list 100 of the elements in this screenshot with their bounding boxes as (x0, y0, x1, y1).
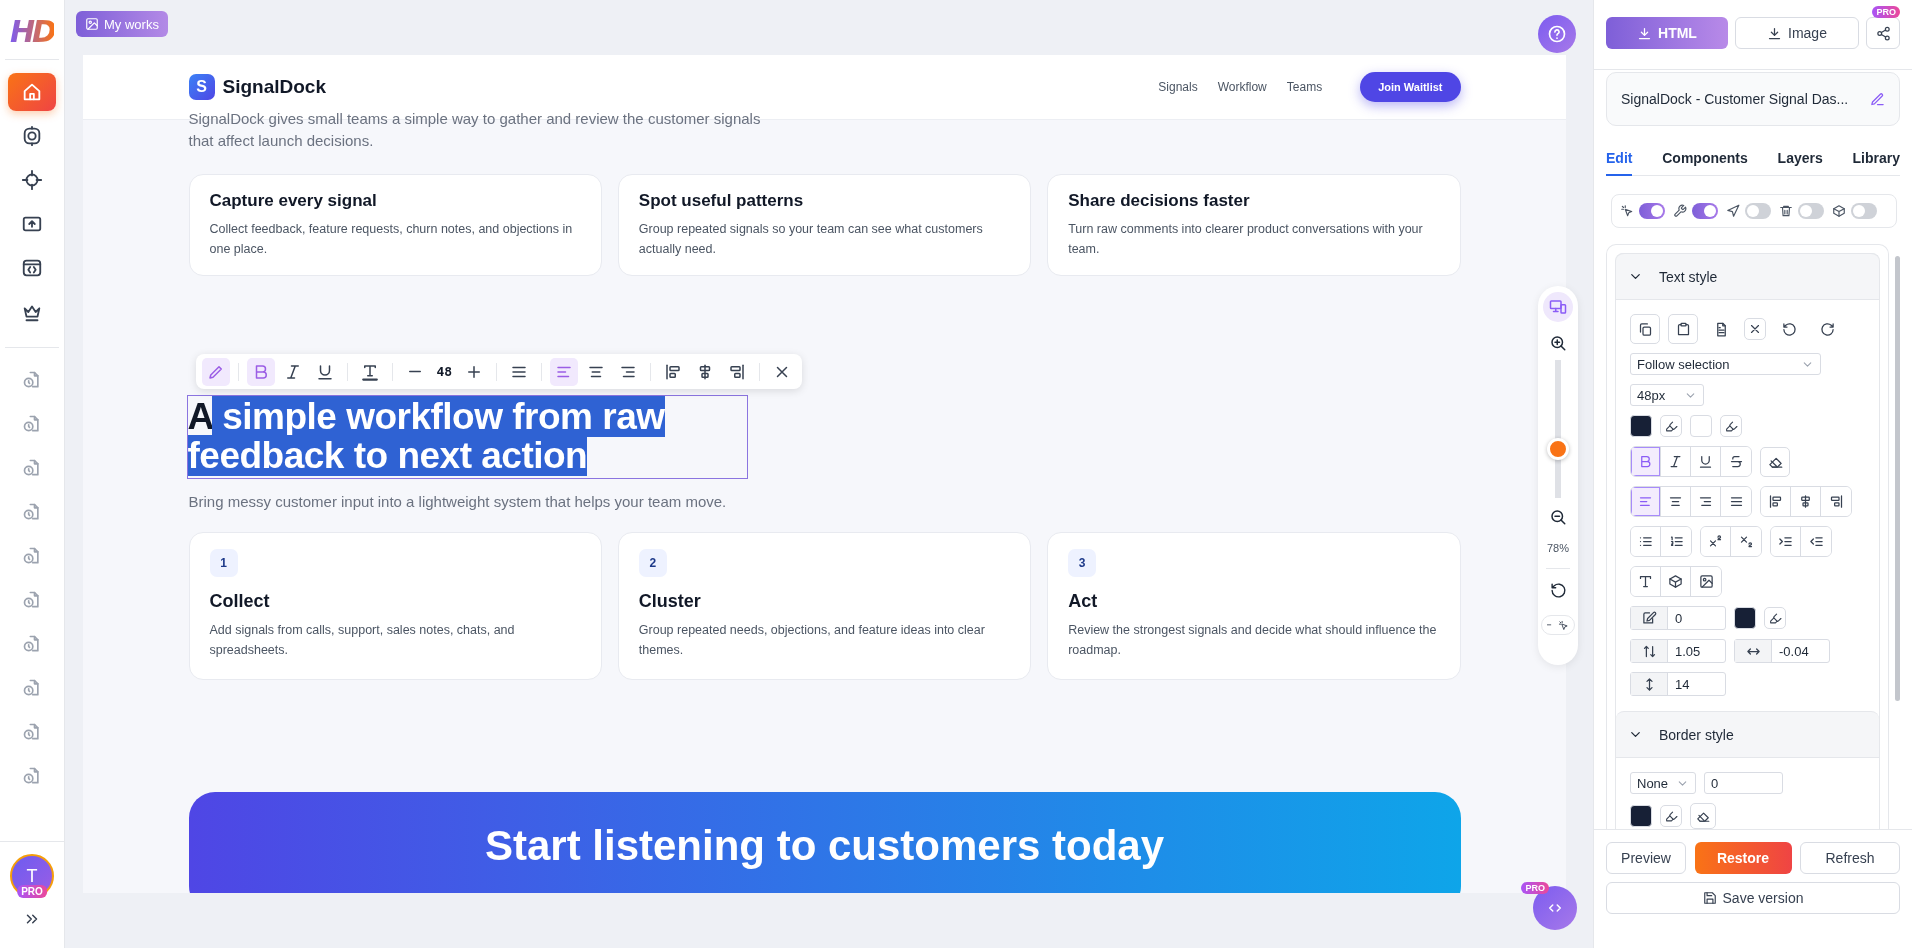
align-left-button[interactable] (550, 357, 579, 386)
section-header[interactable]: Text style (1616, 253, 1879, 300)
footer-button[interactable]: Preview (1606, 842, 1686, 874)
border-color-button[interactable] (1660, 805, 1682, 827)
text-color-icon (360, 362, 379, 381)
nav-link[interactable]: Teams (1286, 80, 1323, 94)
toggle-switch[interactable] (1851, 203, 1877, 219)
file-clock-icon (22, 502, 42, 522)
project-title: SignalDock - Customer Signal Das... (1621, 91, 1850, 107)
spacing-field[interactable]: 14 (1630, 672, 1726, 696)
intro-text: SignalDock gives small teams a simple way to gather and review the customer signals that affect launch decisions. (188, 109, 762, 151)
pen-button[interactable] (201, 357, 230, 386)
underline-icon (1698, 454, 1713, 469)
border-width-field[interactable]: 0 (1704, 772, 1783, 794)
slider-thumb[interactable] (1547, 437, 1569, 460)
card-text: Review the strongest signals and decide what should influence the roadmap. (1068, 621, 1438, 659)
bold-icon (1638, 454, 1653, 469)
block-left-button[interactable] (1761, 487, 1791, 516)
toggle-switch[interactable] (1798, 203, 1824, 219)
user-avatar[interactable]: T PRO (10, 854, 54, 898)
section-header[interactable]: Border style (1616, 711, 1879, 758)
vertical-spacing-icon (1631, 673, 1668, 695)
toggle-switch[interactable] (1745, 203, 1771, 219)
block-align-right-icon (1828, 494, 1844, 509)
select-mode-toggle[interactable] (1541, 615, 1575, 635)
home-icon (21, 81, 43, 103)
type-button[interactable] (1631, 567, 1661, 596)
pro-badge: PRO (17, 885, 47, 898)
letter-spacing-field[interactable]: -0.04 (1734, 639, 1830, 663)
clear-format-button[interactable] (1760, 446, 1790, 477)
pro-badge: PRO (1521, 882, 1549, 894)
file-clock-icon (22, 678, 42, 698)
paste-icon (1675, 321, 1691, 337)
help-button[interactable] (1538, 15, 1576, 53)
font-size-value[interactable]: 48 (432, 364, 457, 379)
block-align-center-icon (1798, 494, 1813, 509)
toggle-switch[interactable] (1639, 203, 1665, 219)
panel-tab[interactable]: Library (1852, 150, 1900, 176)
clear-border-button[interactable] (1690, 803, 1716, 829)
text-color-button[interactable] (1660, 415, 1682, 437)
brand-logo[interactable]: S (188, 74, 215, 100)
panel-tab[interactable]: Edit (1606, 150, 1633, 176)
color-swatch[interactable] (1630, 415, 1652, 437)
stroke-color-button[interactable] (1764, 607, 1786, 629)
join-waitlist-button[interactable]: Join Waitlist (1360, 72, 1461, 102)
help-icon (1547, 24, 1567, 44)
my-works-button[interactable]: My works (76, 11, 168, 37)
color-swatch[interactable] (1690, 415, 1712, 437)
save-version-button[interactable]: Save version (1606, 882, 1900, 914)
download-icon (1767, 25, 1783, 41)
rename-button[interactable] (1870, 91, 1885, 107)
italic-icon (1668, 454, 1683, 469)
bold-button[interactable] (246, 357, 275, 386)
device-preview-button[interactable] (1543, 292, 1573, 322)
stroke-width-field[interactable]: 0 (1630, 606, 1726, 630)
image-icon (1698, 574, 1714, 589)
banner-title: Start listening to customers today (484, 821, 1165, 871)
minus-icon (408, 370, 421, 373)
list-button[interactable] (1631, 527, 1661, 556)
brush-icon (1664, 419, 1678, 433)
line-height-field[interactable]: 1.05 (1630, 639, 1726, 663)
color-swatch[interactable] (1734, 607, 1756, 629)
share-button[interactable] (1866, 17, 1900, 49)
export-button[interactable]: Image (1735, 17, 1859, 49)
background-color-button[interactable] (1720, 415, 1742, 437)
cube-icon (1832, 204, 1846, 218)
section-title: Text style (1659, 268, 1718, 285)
footer-button[interactable]: Refresh (1800, 842, 1900, 874)
block-align-left-icon (664, 362, 683, 381)
send-icon (1726, 204, 1740, 218)
toggle-switch[interactable] (1692, 203, 1718, 219)
undo-icon (1781, 321, 1797, 337)
file-clock-icon (22, 766, 42, 786)
panel-tab[interactable]: Components (1662, 150, 1748, 176)
zoom-out-icon (1549, 508, 1567, 526)
target-dropdown[interactable]: Follow selection (1630, 353, 1821, 375)
section-subtitle: Bring messy customer input into a lightweight system that helps your team move. (188, 492, 728, 510)
font-size-dropdown[interactable]: 48px (1630, 384, 1704, 406)
bold-button[interactable] (1631, 447, 1661, 476)
nav-link[interactable]: Signals (1158, 80, 1198, 94)
cube-icon (1668, 574, 1683, 589)
color-swatch[interactable] (1630, 805, 1652, 827)
sup-button[interactable] (1701, 527, 1731, 556)
border-type-dropdown[interactable]: None (1630, 772, 1696, 794)
letter-spacing-icon (1735, 640, 1772, 662)
clear-button[interactable] (1744, 318, 1766, 340)
file-clock-icon (22, 458, 42, 478)
section-heading[interactable]: A simple workflow from raw feedback to next action (186, 395, 748, 479)
scrollbar[interactable] (1895, 256, 1900, 701)
brand-name[interactable]: SignalDock (222, 76, 326, 98)
panel-tab[interactable]: Layers (1777, 150, 1823, 176)
undo-icon (1549, 581, 1567, 599)
card-text: Add signals from calls, support, sales notes, chats, and spreadsheets. (209, 621, 516, 659)
paste-button[interactable] (1668, 314, 1698, 344)
numbered-list-icon (1668, 534, 1684, 549)
copy-button[interactable] (1630, 314, 1660, 344)
indent-button[interactable] (1771, 527, 1801, 556)
nav-link[interactable]: Workflow (1217, 80, 1267, 94)
redo-icon (1819, 321, 1835, 337)
align-left-button[interactable] (1631, 487, 1661, 516)
